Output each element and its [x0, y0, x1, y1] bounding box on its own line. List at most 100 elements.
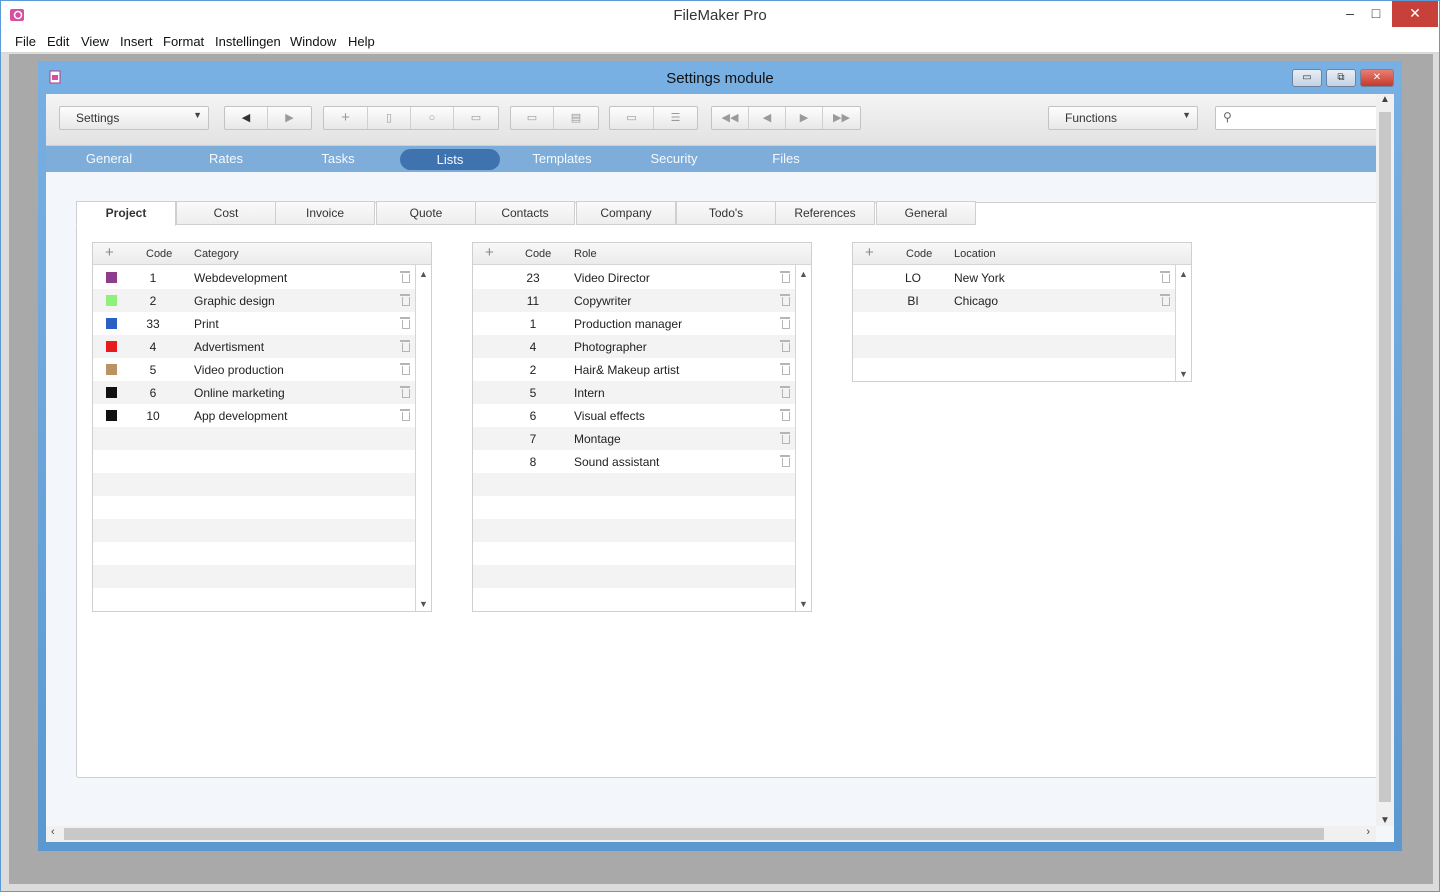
app-close-button[interactable]: ✕ [1392, 1, 1438, 27]
trash-icon[interactable] [400, 293, 410, 306]
trash-icon[interactable] [400, 362, 410, 375]
add-category-button[interactable]: + [105, 244, 114, 261]
table-row[interactable]: 23 Video Director [473, 266, 795, 289]
functions-select[interactable]: Functions ▼ [1048, 106, 1198, 130]
name-cell[interactable]: Intern [574, 386, 605, 400]
scroll-up-icon[interactable]: ▲ [1176, 269, 1191, 279]
code-cell[interactable]: 2 [133, 294, 173, 308]
code-cell[interactable]: 11 [513, 294, 553, 308]
menu-instellingen[interactable]: Instellingen [215, 34, 281, 49]
table-row[interactable]: 8 Sound assistant [473, 450, 795, 473]
window-vertical-scrollbar[interactable]: ▲ ▼ [1376, 94, 1394, 826]
trash-icon[interactable] [400, 385, 410, 398]
name-cell[interactable]: Sound assistant [574, 455, 659, 469]
tab-general[interactable]: General [59, 146, 159, 172]
name-cell[interactable]: Webdevelopment [194, 271, 287, 285]
table-row[interactable]: LO New York [853, 266, 1175, 289]
code-cell[interactable]: LO [893, 271, 933, 285]
color-swatch[interactable] [106, 364, 117, 375]
last-record-button[interactable]: ▶▶ [823, 107, 860, 129]
table-row[interactable]: 11 Copywriter [473, 289, 795, 312]
color-swatch[interactable] [106, 410, 117, 421]
color-swatch[interactable] [106, 341, 117, 352]
subtab-general[interactable]: General [876, 201, 976, 225]
name-cell[interactable]: Chicago [954, 294, 998, 308]
name-cell[interactable]: Advertisment [194, 340, 264, 354]
code-cell[interactable]: 4 [513, 340, 553, 354]
tab-security[interactable]: Security [624, 146, 724, 172]
trash-icon[interactable] [780, 293, 790, 306]
code-cell[interactable]: 10 [133, 409, 173, 423]
trash-icon[interactable] [1160, 270, 1170, 283]
scroll-down-icon[interactable]: ▼ [416, 599, 431, 609]
code-cell[interactable]: 8 [513, 455, 553, 469]
tab-lists[interactable]: Lists [400, 149, 500, 170]
tab-templates[interactable]: Templates [512, 146, 612, 172]
scroll-up-icon[interactable]: ▲ [416, 269, 431, 279]
name-cell[interactable]: Hair& Makeup artist [574, 363, 679, 377]
name-cell[interactable]: Online marketing [194, 386, 285, 400]
window-restore-button[interactable]: ⧉ [1326, 69, 1356, 87]
code-cell[interactable]: 33 [133, 317, 173, 331]
table-row[interactable]: 6 Online marketing [93, 381, 415, 404]
menu-format[interactable]: Format [163, 34, 204, 49]
trash-icon[interactable] [400, 408, 410, 421]
menu-file[interactable]: File [15, 34, 36, 49]
subtab-todos[interactable]: Todo's [676, 201, 776, 225]
code-cell[interactable]: 5 [513, 386, 553, 400]
menu-window[interactable]: Window [290, 34, 336, 49]
trash-icon[interactable] [780, 454, 790, 467]
app-maximize-button[interactable]: □ [1361, 1, 1391, 27]
find-button[interactable]: ○ [411, 107, 454, 129]
trash-icon[interactable] [400, 339, 410, 352]
vertical-scroll-thumb[interactable] [1379, 112, 1391, 802]
name-cell[interactable]: Graphic design [194, 294, 275, 308]
trash-icon[interactable] [780, 339, 790, 352]
table-row[interactable]: 7 Montage [473, 427, 795, 450]
location-list-scrollbar[interactable]: ▲ ▼ [1175, 265, 1191, 381]
trash-icon[interactable] [400, 270, 410, 283]
scroll-left-icon[interactable]: ‹ [51, 826, 55, 838]
table-row[interactable]: 6 Visual effects [473, 404, 795, 427]
code-cell[interactable]: 6 [133, 386, 173, 400]
subtab-company[interactable]: Company [576, 201, 676, 225]
name-cell[interactable]: Photographer [574, 340, 647, 354]
scroll-up-icon[interactable]: ▲ [1380, 94, 1390, 105]
name-cell[interactable]: Visual effects [574, 409, 645, 423]
trash-icon[interactable] [780, 316, 790, 329]
name-cell[interactable]: Copywriter [574, 294, 631, 308]
menu-insert[interactable]: Insert [120, 34, 153, 49]
table-row[interactable]: 5 Intern [473, 381, 795, 404]
code-cell[interactable]: 5 [133, 363, 173, 377]
subtab-invoice[interactable]: Invoice [275, 201, 375, 225]
tab-rates[interactable]: Rates [176, 146, 276, 172]
menu-help[interactable]: Help [348, 34, 375, 49]
name-cell[interactable]: Production manager [574, 317, 682, 331]
window-minimize-button[interactable]: ▭ [1292, 69, 1322, 87]
name-cell[interactable]: Montage [574, 432, 621, 446]
trash-icon[interactable] [1160, 293, 1170, 306]
subtab-contacts[interactable]: Contacts [475, 201, 575, 225]
table-row[interactable]: 4 Photographer [473, 335, 795, 358]
trash-icon[interactable] [400, 316, 410, 329]
scroll-down-icon[interactable]: ▼ [1380, 815, 1390, 826]
subtab-project[interactable]: Project [76, 201, 176, 226]
print-button[interactable]: ▭ [511, 107, 554, 129]
scroll-down-icon[interactable]: ▼ [796, 599, 811, 609]
code-cell[interactable]: 1 [133, 271, 173, 285]
add-role-button[interactable]: + [485, 244, 494, 261]
back-button[interactable]: ◀ [225, 107, 268, 129]
trash-icon[interactable] [780, 385, 790, 398]
name-cell[interactable]: Video Director [574, 271, 650, 285]
previous-record-button[interactable]: ◀ [749, 107, 786, 129]
code-cell[interactable]: BI [893, 294, 933, 308]
table-row[interactable]: 1 Production manager [473, 312, 795, 335]
table-row[interactable]: BI Chicago [853, 289, 1175, 312]
scroll-right-icon[interactable]: › [1366, 826, 1370, 838]
code-cell[interactable]: 6 [513, 409, 553, 423]
color-swatch[interactable] [106, 387, 117, 398]
search-input[interactable] [1240, 109, 1370, 127]
trash-icon[interactable] [780, 270, 790, 283]
table-row[interactable]: 10 App development [93, 404, 415, 427]
code-cell[interactable]: 23 [513, 271, 553, 285]
